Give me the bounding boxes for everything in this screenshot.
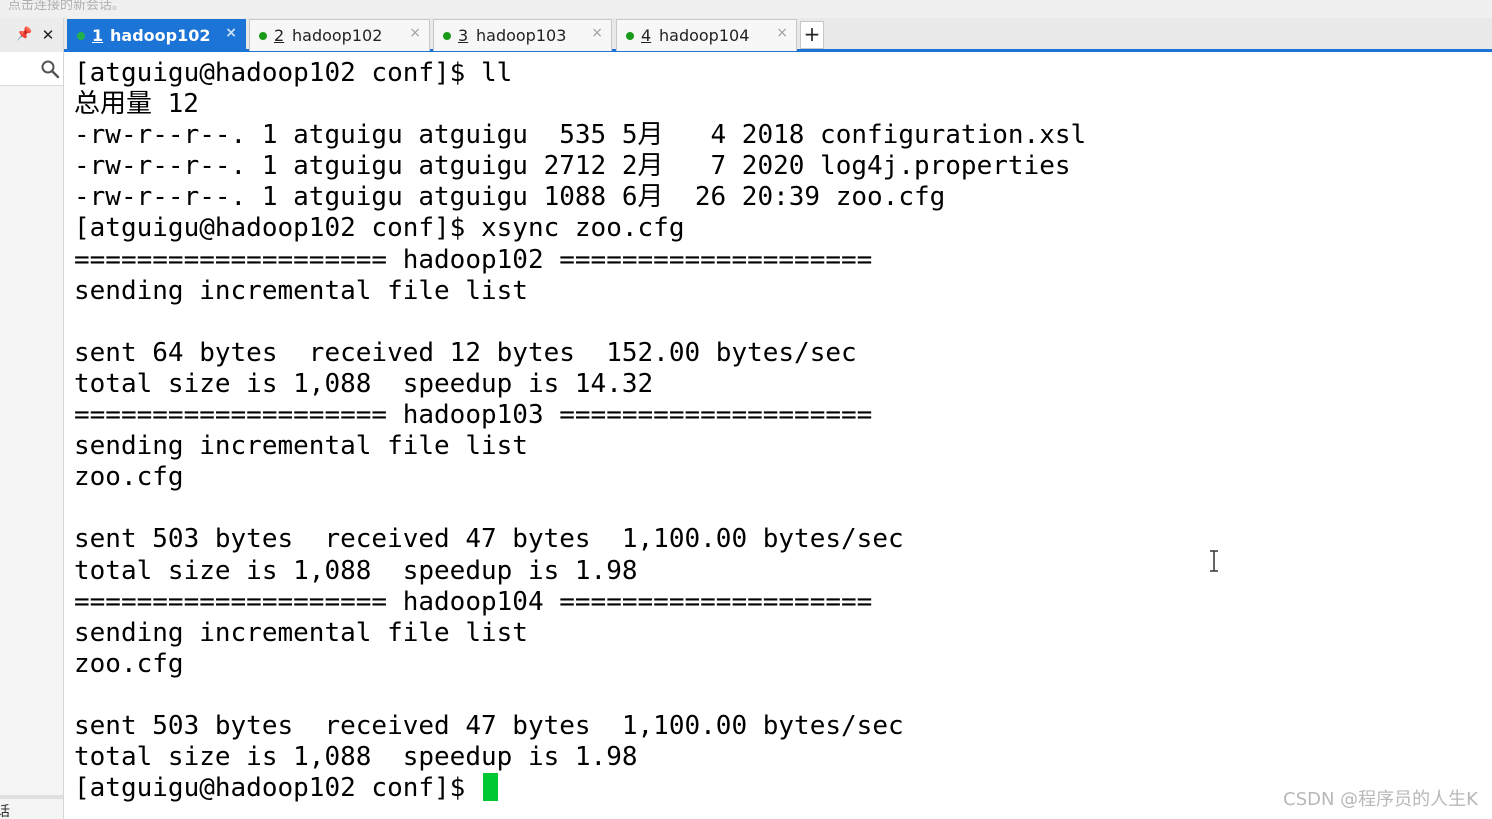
close-icon[interactable]: ✕: [41, 27, 55, 43]
status-dot-icon: [77, 32, 85, 40]
terminal-prompt-line[interactable]: [atguigu@hadoop102 conf]$: [74, 773, 1086, 804]
session-panel-header: 📌 ✕: [0, 18, 63, 52]
terminal-line: 总用量 12: [74, 89, 199, 120]
tab-close-icon[interactable]: ×: [409, 25, 421, 41]
session-panel-bottom-label: 话: [0, 804, 10, 819]
tab-number: 2: [274, 26, 285, 45]
tab-2-hadoop102[interactable]: 2 hadoop102 ×: [249, 19, 430, 51]
tab-close-icon[interactable]: ×: [225, 25, 237, 41]
terminal-line: [atguigu@hadoop102 conf]$ xsync zoo.cfg: [74, 213, 685, 244]
terminal-line: ==================== hadoop104 =========…: [74, 586, 873, 617]
terminal-line: zoo.cfg: [74, 462, 184, 493]
terminal-line: sending incremental file list: [74, 617, 528, 648]
terminal-line: sending incremental file list: [74, 431, 528, 462]
terminal-lines: [atguigu@hadoop102 conf]$ ll 总用量 12 -rw-r-…: [74, 58, 1086, 804]
terminal-line: ==================== hadoop103 =========…: [74, 400, 873, 431]
terminal-line: total size is 1,088 speedup is 14.32: [74, 368, 654, 399]
terminal-line: -rw-r--r--. 1 atguigu atguigu 1088 6月 26…: [74, 182, 946, 213]
new-tab-button[interactable]: +: [800, 21, 824, 49]
tab-title: hadoop102: [292, 26, 383, 45]
terminal-app-window: 点击连接的新会话。 📌 ✕ 话 1 hadoop102 × 2 hadoop10…: [0, 0, 1492, 819]
terminal-line: sending incremental file list: [74, 275, 528, 306]
tab-title: hadoop104: [659, 26, 750, 45]
terminal-line: zoo.cfg: [74, 648, 184, 679]
pin-icon[interactable]: 📌: [16, 28, 32, 42]
terminal-line: -rw-r--r--. 1 atguigu atguigu 535 5月 4 2…: [74, 120, 1087, 151]
tab-1-hadoop102[interactable]: 1 hadoop102 ×: [67, 19, 246, 51]
session-panel-divider: [0, 795, 63, 799]
terminal-line: total size is 1,088 speedup is 1.98: [74, 742, 638, 773]
terminal-line: sent 503 bytes received 47 bytes 1,100.0…: [74, 524, 904, 555]
tab-close-icon[interactable]: ×: [591, 25, 603, 41]
tab-number: 1: [92, 26, 104, 45]
status-dot-icon: [443, 32, 451, 40]
status-dot-icon: [626, 32, 634, 40]
tab-4-hadoop104[interactable]: 4 hadoop104 ×: [616, 19, 797, 51]
terminal-line: sent 64 bytes received 12 bytes 152.00 b…: [74, 337, 857, 368]
terminal-prompt: [atguigu@hadoop102 conf]$: [74, 773, 481, 804]
text-ibeam-icon: [1210, 550, 1218, 572]
terminal-line: -rw-r--r--. 1 atguigu atguigu 2712 2月 7 …: [74, 151, 1071, 182]
session-search-box[interactable]: [0, 52, 63, 86]
tab-number: 3: [458, 26, 469, 45]
watermark: CSDN @程序员的人生K: [1283, 789, 1478, 810]
tab-close-icon[interactable]: ×: [776, 25, 788, 41]
terminal-cursor: [483, 773, 498, 802]
top-hint-bar: 点击连接的新会话。: [0, 0, 1492, 18]
top-hint-text: 点击连接的新会话。: [8, 0, 126, 13]
search-icon[interactable]: [40, 59, 60, 79]
tab-bar: 1 hadoop102 × 2 hadoop102 × 3 hadoop103 …: [64, 18, 1492, 52]
terminal-line: sent 503 bytes received 47 bytes 1,100.0…: [74, 710, 904, 741]
status-dot-icon: [259, 32, 267, 40]
terminal-line: [atguigu@hadoop102 conf]$ ll: [74, 58, 513, 88]
tab-number: 4: [641, 26, 652, 45]
terminal-line: total size is 1,088 speedup is 1.98: [74, 555, 638, 586]
tab-title: hadoop103: [476, 26, 567, 45]
terminal-line: ==================== hadoop102 =========…: [74, 244, 873, 275]
tab-title: hadoop102: [110, 26, 211, 45]
session-panel: 📌 ✕ 话: [0, 18, 64, 819]
terminal-output[interactable]: [atguigu@hadoop102 conf]$ ll 总用量 12 -rw-r-…: [64, 52, 1492, 819]
tab-3-hadoop103[interactable]: 3 hadoop103 ×: [433, 19, 612, 51]
